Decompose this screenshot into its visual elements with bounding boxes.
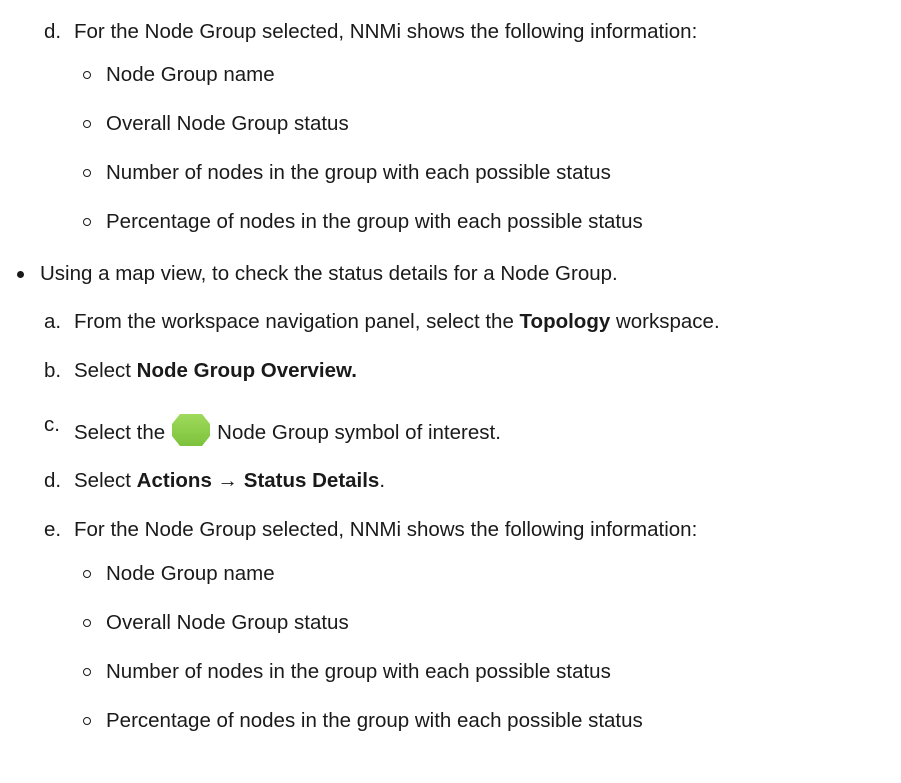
list-item: Node Group name (106, 562, 275, 585)
circle-bullet-icon (83, 169, 91, 177)
circle-bullet-icon (83, 570, 91, 578)
actions-menu-label: Actions (136, 469, 212, 492)
step-marker: d. (44, 469, 62, 492)
circle-bullet-icon (83, 71, 91, 79)
list-item: Node Group name (106, 63, 275, 86)
disc-bullet-icon (17, 271, 24, 278)
list-item: Number of nodes in the group with each p… (106, 161, 611, 184)
node-group-icon (172, 414, 211, 446)
step-text: Select Actions → Status Details. (74, 469, 386, 492)
step-marker: a. (44, 310, 62, 333)
circle-bullet-icon (83, 619, 91, 627)
list-item: Overall Node Group status (106, 611, 349, 634)
step-text: For the Node Group selected, NNMi shows … (74, 518, 698, 541)
node-group-overview-label: Node Group Overview. (136, 359, 357, 382)
list-item: Number of nodes in the group with each p… (106, 660, 611, 683)
menu-arrow: → (211, 469, 244, 492)
step-marker: d. (44, 20, 62, 43)
step-text: Select the Node Group symbol of interest… (74, 413, 501, 447)
step-text: From the workspace navigation panel, sel… (74, 310, 720, 333)
bullet-text: Using a map view, to check the status de… (40, 262, 618, 285)
step-marker: c. (44, 413, 60, 436)
circle-bullet-icon (83, 717, 91, 725)
list-item: Percentage of nodes in the group with ea… (106, 210, 643, 233)
list-item: Overall Node Group status (106, 112, 349, 135)
step-text: Select Node Group Overview. (74, 359, 357, 382)
circle-bullet-icon (83, 218, 91, 226)
step-text: For the Node Group selected, NNMi shows … (74, 20, 698, 43)
step-marker: e. (44, 518, 62, 541)
step-marker: b. (44, 359, 62, 382)
topology-label: Topology (519, 310, 611, 333)
status-details-label: Status Details (243, 469, 380, 492)
circle-bullet-icon (83, 668, 91, 676)
circle-bullet-icon (83, 120, 91, 128)
list-item: Percentage of nodes in the group with ea… (106, 709, 643, 732)
